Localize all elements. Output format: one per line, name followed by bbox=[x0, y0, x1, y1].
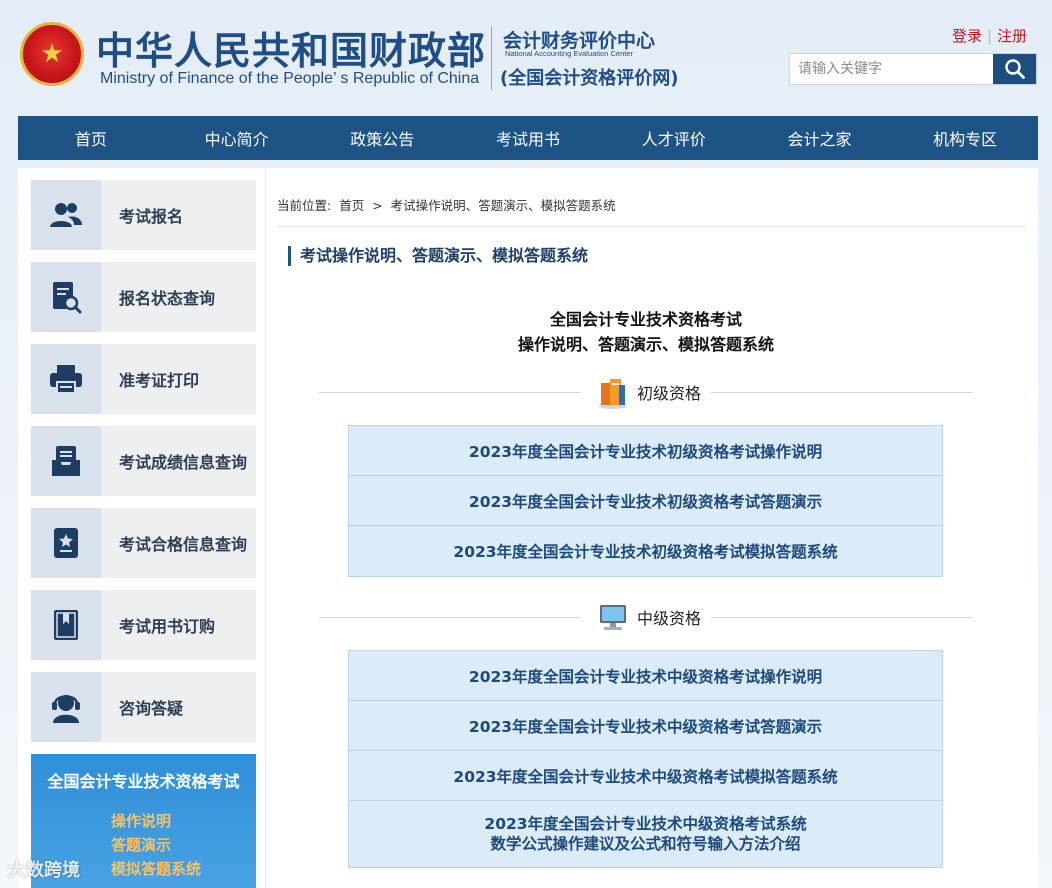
group-label: 中级资格 bbox=[637, 609, 702, 628]
document-search-icon bbox=[53, 282, 82, 314]
doc-title-line-2: 操作说明、答题演示、模拟答题系统 bbox=[517, 335, 774, 354]
watermark: 大数跨境 bbox=[8, 860, 80, 881]
breadcrumb-home[interactable]: 首页 bbox=[339, 198, 364, 213]
center-name-en: National Accounting Evaluation Center bbox=[505, 49, 633, 58]
headset-icon bbox=[52, 695, 80, 723]
computer-icon bbox=[600, 605, 626, 630]
heading-rule bbox=[319, 617, 581, 618]
breadcrumb-divider bbox=[277, 226, 1026, 227]
sidebar-item-qualification-query[interactable]: 考试合格信息查询 bbox=[31, 508, 256, 578]
link-junior-demo[interactable]: 2023年度全国会计专业技术初级资格考试答题演示 bbox=[349, 476, 942, 526]
link-intermediate-demo[interactable]: 2023年度全国会计专业技术中级资格考试答题演示 bbox=[349, 701, 942, 751]
header-divider bbox=[491, 26, 492, 90]
group-heading-junior: 初级资格 bbox=[319, 372, 973, 412]
sidebar-item-label: 考试报名 bbox=[119, 207, 184, 226]
group-heading-intermediate: 中级资格 bbox=[319, 597, 973, 637]
sidebar-item-label: 考试成绩信息查询 bbox=[119, 453, 248, 472]
link-intermediate-formula-guide[interactable]: 2023年度全国会计专业技术中级资格考试系统 数学公式操作建议及公式和符号输入方… bbox=[349, 801, 942, 867]
breadcrumb: 当前位置: 首页 > 考试操作说明、答题演示、模拟答题系统 bbox=[277, 195, 620, 214]
sidebar-item-consultation[interactable]: 咨询答疑 bbox=[31, 672, 256, 742]
sidebar-item-label: 准考证打印 bbox=[119, 371, 200, 390]
link-junior-instructions[interactable]: 2023年度全国会计专业技术初级资格考试操作说明 bbox=[349, 426, 942, 476]
breadcrumb-current: 考试操作说明、答题演示、模拟答题系统 bbox=[390, 198, 616, 213]
exam-info-title: 全国会计专业技术资格考试 bbox=[47, 772, 240, 791]
sidebar-item-label: 考试用书订购 bbox=[119, 617, 216, 636]
auth-separator: | bbox=[987, 27, 993, 45]
breadcrumb-prefix: 当前位置: bbox=[277, 198, 332, 213]
link-line-1: 2023年度全国会计专业技术中级资格考试系统 bbox=[484, 815, 807, 833]
login-link[interactable]: 登录 bbox=[952, 27, 982, 45]
heading-rule bbox=[711, 617, 973, 618]
nav-talent[interactable]: 人才评价 bbox=[601, 116, 747, 160]
exam-info-link-instructions[interactable]: 操作说明 bbox=[111, 810, 171, 831]
sidebar-item-label: 咨询答疑 bbox=[119, 699, 184, 718]
sidebar-item-score-query[interactable]: 考试成绩信息查询 bbox=[31, 426, 256, 496]
main-nav: 首页 中心简介 政策公告 考试用书 人才评价 会计之家 机构专区 bbox=[18, 116, 1038, 160]
heading-rule bbox=[711, 392, 973, 393]
sidebar-item-status-query[interactable]: 报名状态查询 bbox=[31, 262, 256, 332]
link-intermediate-simulation[interactable]: 2023年度全国会计专业技术中级资格考试模拟答题系统 bbox=[349, 751, 942, 801]
search-bar bbox=[789, 53, 1037, 85]
site-header: ★ 中华人民共和国财政部 Ministry of Finance of the … bbox=[0, 0, 1052, 116]
certificate-icon bbox=[54, 528, 78, 558]
nav-policy[interactable]: 政策公告 bbox=[309, 116, 455, 160]
nav-about[interactable]: 中心简介 bbox=[164, 116, 310, 160]
register-link[interactable]: 注册 bbox=[997, 27, 1027, 45]
link-list-intermediate: 2023年度全国会计专业技术中级资格考试操作说明 2023年度全国会计专业技术中… bbox=[348, 650, 943, 868]
books-icon bbox=[599, 379, 627, 409]
sidebar-item-label: 考试合格信息查询 bbox=[119, 535, 248, 554]
inbox-icon bbox=[52, 446, 80, 476]
exam-info-link-simulation[interactable]: 模拟答题系统 bbox=[111, 858, 201, 879]
breadcrumb-separator: > bbox=[372, 198, 383, 213]
doc-title-line-1: 全国会计专业技术资格考试 bbox=[549, 310, 742, 329]
auth-links: 登录 | 注册 bbox=[952, 25, 1027, 46]
section-title: 考试操作说明、答题演示、模拟答题系统 bbox=[288, 246, 588, 266]
book-icon bbox=[54, 610, 78, 640]
national-emblem-icon: ★ bbox=[20, 22, 84, 86]
nav-books[interactable]: 考试用书 bbox=[455, 116, 601, 160]
content-panel: 考试报名 报名状态查询 准考证打印 考试成绩信息查询 考试合格信息查询 考试用书… bbox=[18, 168, 1038, 888]
link-junior-simulation[interactable]: 2023年度全国会计专业技术初级资格考试模拟答题系统 bbox=[349, 526, 942, 576]
group-label: 初级资格 bbox=[637, 384, 702, 403]
link-list-junior: 2023年度全国会计专业技术初级资格考试操作说明 2023年度全国会计专业技术初… bbox=[348, 425, 943, 577]
ministry-name-en: Ministry of Finance of the People’ s Rep… bbox=[100, 70, 480, 87]
search-button[interactable] bbox=[993, 54, 1036, 84]
sidebar-item-label: 报名状态查询 bbox=[119, 289, 216, 308]
main-content: 当前位置: 首页 > 考试操作说明、答题演示、模拟答题系统 考试操作说明、答题演… bbox=[265, 168, 1026, 888]
sidebar-item-admission-print[interactable]: 准考证打印 bbox=[31, 344, 256, 414]
sidebar: 考试报名 报名状态查询 准考证打印 考试成绩信息查询 考试合格信息查询 考试用书… bbox=[31, 180, 256, 888]
users-icon bbox=[50, 203, 82, 227]
nav-home[interactable]: 首页 bbox=[18, 116, 164, 160]
link-intermediate-instructions[interactable]: 2023年度全国会计专业技术中级资格考试操作说明 bbox=[349, 651, 942, 701]
search-input[interactable] bbox=[790, 54, 993, 84]
search-icon bbox=[1004, 59, 1025, 79]
center-net-name: (全国会计资格评价网) bbox=[500, 68, 679, 89]
sidebar-item-book-order[interactable]: 考试用书订购 bbox=[31, 590, 256, 660]
link-line-2: 数学公式操作建议及公式和符号输入方法介绍 bbox=[490, 835, 801, 853]
heading-rule bbox=[319, 392, 581, 393]
nav-institutions[interactable]: 机构专区 bbox=[892, 116, 1038, 160]
exam-info-link-demo[interactable]: 答题演示 bbox=[111, 834, 171, 855]
printer-icon bbox=[50, 365, 82, 394]
ministry-name-cn: 中华人民共和国财政部 bbox=[96, 28, 487, 73]
sidebar-item-registration[interactable]: 考试报名 bbox=[31, 180, 256, 250]
nav-accountant-home[interactable]: 会计之家 bbox=[747, 116, 893, 160]
